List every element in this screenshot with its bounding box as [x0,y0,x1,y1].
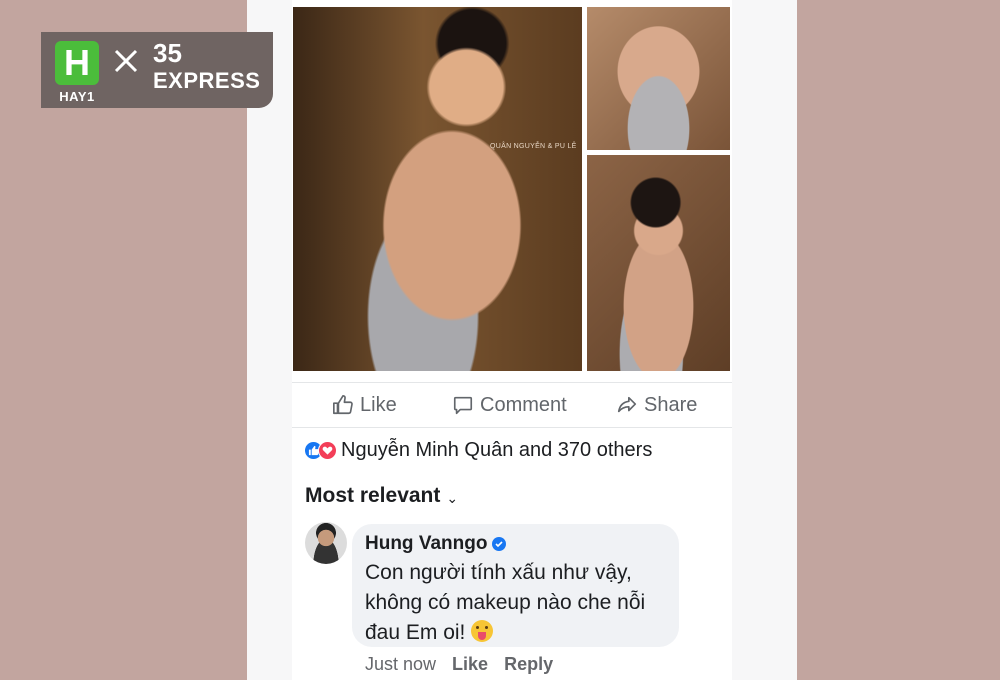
comment-sort-dropdown[interactable]: Most relevant ⌄ [305,484,458,508]
cross-icon [114,49,138,73]
comment-label: Comment [480,393,567,416]
comment-body: Con người tính xấu như vậy, không có mak… [365,561,646,644]
post-photo-main[interactable]: QUÂN NGUYỄN & PU LÊ [293,7,582,371]
photo-watermark: QUÂN NGUYỄN & PU LÊ [490,143,577,150]
love-reaction-icon [318,440,337,460]
post-photo-bottom-right[interactable] [587,155,730,371]
share-icon [617,396,637,413]
reaction-summary[interactable]: Nguyễn Minh Quân and 370 others [304,437,652,463]
hay1-label: HAY1 [59,89,95,104]
tongue-out-emoji-icon [471,620,494,642]
comment-button[interactable]: Comment [452,391,567,419]
share-label: Share [644,393,698,416]
comment-author-name[interactable]: Hung Vanngo [365,533,487,555]
share-button[interactable]: Share [616,391,697,419]
like-button[interactable]: Like [332,391,397,419]
avatar[interactable] [305,522,347,564]
post-photo-top-right[interactable] [587,7,730,150]
comment-author[interactable]: Hung Vanngo [365,533,507,555]
reaction-summary-text: Nguyễn Minh Quân and 370 others [341,438,653,461]
chevron-down-icon: ⌄ [446,489,459,506]
comment-like-button[interactable]: Like [452,654,488,675]
express-word: EXPRESS [153,68,261,93]
post-action-bar: Like Comment Share [292,382,732,428]
comment-time: Just now [365,654,437,674]
comment-bubble: Hung Vanngo Con người tính xấu như vậy, … [352,524,679,647]
brand-badge: H HAY1 35 EXPRESS [41,32,273,108]
hay1-logo: H [55,41,99,85]
thumbs-up-icon [333,395,353,415]
sort-label: Most relevant [305,484,441,507]
express-number: 35 [153,38,182,68]
comment-reply-button[interactable]: Reply [504,654,553,675]
comment-icon [453,396,473,415]
comment-meta: Just now Like Reply [365,654,553,675]
comment-text: Con người tính xấu như vậy, không có mak… [365,558,675,648]
verified-badge-icon [492,537,507,551]
like-label: Like [360,393,397,416]
